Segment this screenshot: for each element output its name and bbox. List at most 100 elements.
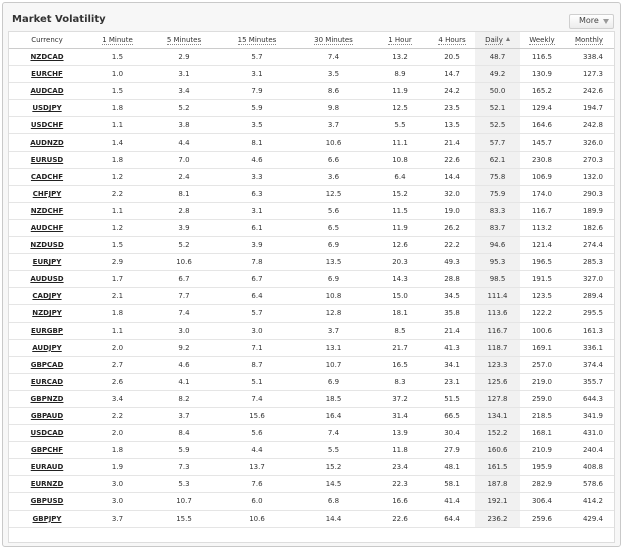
volatility-value-cell: 644.3: [564, 390, 614, 408]
volatility-value-cell: 290.3: [564, 185, 614, 203]
volatility-value-cell: 22.6: [371, 510, 429, 528]
currency-pair-link[interactable]: GBPNZD: [31, 395, 64, 403]
currency-pair-link[interactable]: AUDNZD: [30, 139, 63, 147]
volatility-value-cell: 98.5: [475, 270, 520, 289]
volatility-value-cell: 13.9: [371, 424, 429, 443]
currency-pair-link[interactable]: USDJPY: [32, 104, 61, 112]
currency-pair-link[interactable]: AUDCAD: [30, 87, 63, 95]
volatility-value-cell: 41.4: [429, 492, 475, 511]
volatility-value-cell: 194.7: [564, 99, 614, 118]
volatility-value-cell: 259.0: [520, 390, 564, 408]
volatility-value-cell: 7.6: [218, 475, 296, 494]
volatility-value-cell: 13.5: [296, 253, 371, 272]
currency-pair-cell: EURJPY: [9, 253, 85, 272]
currency-pair-link[interactable]: AUDJPY: [32, 344, 62, 352]
volatility-value-cell: 2.2: [85, 185, 150, 203]
volatility-value-cell: 3.7: [296, 322, 371, 340]
volatility-value-cell: 123.3: [475, 356, 520, 374]
volatility-value-cell: 2.9: [85, 253, 150, 272]
volatility-value-cell: 22.6: [429, 151, 475, 169]
volatility-value-cell: 242.6: [564, 82, 614, 101]
volatility-value-cell: 2.9: [150, 48, 218, 67]
volatility-value-cell: 3.7: [296, 116, 371, 135]
currency-pair-link[interactable]: CHFJPY: [33, 190, 62, 198]
volatility-value-cell: 236.2: [475, 510, 520, 528]
currency-pair-link[interactable]: GBPJPY: [32, 515, 61, 523]
volatility-value-cell: 3.0: [218, 322, 296, 340]
currency-pair-link[interactable]: NZDJPY: [32, 309, 62, 317]
volatility-value-cell: 15.5: [150, 510, 218, 528]
column-header-currency[interactable]: Currency: [9, 32, 85, 49]
currency-pair-cell: EURAUD: [9, 458, 85, 477]
volatility-value-cell: 41.3: [429, 339, 475, 357]
volatility-value-cell: 14.7: [429, 65, 475, 84]
volatility-value-cell: 14.3: [371, 270, 429, 289]
volatility-value-cell: 414.2: [564, 492, 614, 511]
currency-pair-link[interactable]: EURNZD: [31, 480, 64, 488]
currency-pair-link[interactable]: GBPAUD: [31, 412, 63, 420]
column-header-30-minutes[interactable]: 30 Minutes: [296, 32, 371, 49]
currency-pair-link[interactable]: AUDUSD: [30, 275, 63, 283]
volatility-value-cell: 31.4: [371, 407, 429, 426]
column-header-1-hour[interactable]: 1 Hour: [371, 32, 429, 49]
volatility-value-cell: 8.1: [218, 133, 296, 152]
currency-pair-link[interactable]: EURCAD: [31, 378, 63, 386]
column-header-monthly[interactable]: Monthly: [564, 32, 614, 49]
currency-pair-link[interactable]: NZDCAD: [30, 53, 63, 61]
volatility-value-cell: 326.0: [564, 133, 614, 152]
currency-pair-cell: CADJPY: [9, 287, 85, 306]
column-header-4-hours[interactable]: 4 Hours: [429, 32, 475, 49]
volatility-value-cell: 48.1: [429, 458, 475, 477]
currency-pair-link[interactable]: USDCHF: [31, 121, 63, 129]
currency-pair-link[interactable]: CADJPY: [32, 292, 61, 300]
currency-pair-link[interactable]: NZDUSD: [30, 241, 63, 249]
volatility-value-cell: 4.4: [150, 133, 218, 152]
more-button[interactable]: More: [569, 14, 614, 29]
table-row: USDJPY 1.8 5.2 5.9 9.8 12.5 23.5 52.1 129.4 194.7: [9, 99, 614, 118]
currency-pair-link[interactable]: NZDCHF: [31, 207, 64, 215]
volatility-value-cell: 49.3: [429, 253, 475, 272]
volatility-value-cell: 5.1: [218, 373, 296, 391]
currency-pair-link[interactable]: EURJPY: [33, 258, 62, 266]
volatility-value-cell: 4.4: [218, 441, 296, 460]
currency-pair-link[interactable]: GBPCAD: [31, 361, 64, 369]
currency-pair-link[interactable]: GBPUSD: [31, 497, 64, 505]
volatility-value-cell: 21.4: [429, 322, 475, 340]
column-header-1-minute[interactable]: 1 Minute: [85, 32, 150, 49]
currency-pair-link[interactable]: EURGBP: [31, 327, 63, 335]
volatility-value-cell: 3.0: [150, 322, 218, 340]
volatility-value-cell: 189.9: [564, 202, 614, 220]
volatility-value-cell: 6.0: [218, 492, 296, 511]
volatility-value-cell: 6.4: [218, 287, 296, 306]
volatility-value-cell: 3.4: [150, 82, 218, 101]
volatility-value-cell: 37.2: [371, 390, 429, 408]
currency-pair-link[interactable]: GBPCHF: [31, 446, 63, 454]
volatility-value-cell: 1.2: [85, 168, 150, 186]
currency-pair-link[interactable]: EURAUD: [31, 463, 64, 471]
table-row: EURCHF 1.0 3.1 3.1 3.5 8.9 14.7 49.2 130.9 127.3: [9, 65, 614, 84]
volatility-value-cell: 259.6: [520, 510, 564, 528]
column-header-15-minutes[interactable]: 15 Minutes: [218, 32, 296, 49]
volatility-value-cell: 1.4: [85, 133, 150, 152]
volatility-value-cell: 51.5: [429, 390, 475, 408]
volatility-value-cell: 6.7: [150, 270, 218, 289]
volatility-value-cell: 32.0: [429, 185, 475, 203]
currency-pair-link[interactable]: CADCHF: [31, 173, 63, 181]
currency-pair-cell: GBPJPY: [9, 510, 85, 528]
currency-pair-link[interactable]: EURUSD: [31, 156, 63, 164]
column-header-label: Monthly: [574, 36, 603, 45]
currency-pair-link[interactable]: AUDCHF: [31, 224, 63, 232]
column-header-daily[interactable]: Daily: [475, 32, 520, 49]
column-header-5-minutes[interactable]: 5 Minutes: [150, 32, 218, 49]
volatility-value-cell: 26.2: [429, 219, 475, 238]
currency-pair-link[interactable]: EURCHF: [31, 70, 63, 78]
volatility-value-cell: 11.9: [371, 219, 429, 238]
currency-pair-link[interactable]: USDCAD: [31, 429, 64, 437]
volatility-value-cell: 125.6: [475, 373, 520, 391]
column-header-weekly[interactable]: Weekly: [520, 32, 564, 49]
market-volatility-widget: Market Volatility More Currency 1 Minute…: [2, 2, 621, 547]
volatility-value-cell: 10.6: [218, 510, 296, 528]
volatility-value-cell: 7.4: [150, 304, 218, 323]
volatility-value-cell: 14.5: [296, 475, 371, 494]
volatility-value-cell: 182.6: [564, 219, 614, 238]
